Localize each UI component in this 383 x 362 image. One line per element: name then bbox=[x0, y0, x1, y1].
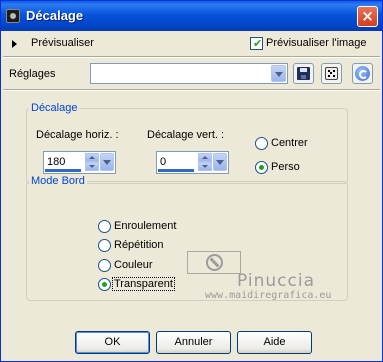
edge-radio-label: Transparent bbox=[114, 278, 173, 290]
spinner bbox=[198, 153, 227, 172]
value-slider-bar bbox=[158, 169, 194, 172]
decrement-icon[interactable] bbox=[198, 162, 212, 171]
horizontal-offset-value: 180 bbox=[47, 156, 66, 168]
horizontal-offset-input[interactable]: 180 bbox=[43, 151, 116, 174]
offset-dialog: Décalage × Prévisualiser ✔ Prévisualiser… bbox=[0, 0, 383, 362]
presets-label: Réglages bbox=[9, 68, 56, 80]
chevron-down-icon[interactable] bbox=[100, 153, 114, 171]
random-dice-icon bbox=[325, 67, 338, 80]
app-icon bbox=[6, 9, 20, 23]
horizontal-offset-label: Décalage horiz. : bbox=[36, 129, 119, 141]
center-radio[interactable] bbox=[255, 137, 268, 150]
increment-icon[interactable] bbox=[85, 153, 99, 162]
spinner bbox=[85, 153, 114, 172]
preview-image-label[interactable]: Prévisualiser l'image bbox=[266, 37, 367, 49]
color-swatch-disabled bbox=[187, 251, 241, 274]
expand-preview-icon[interactable] bbox=[12, 40, 17, 48]
edge-radio-repeat[interactable] bbox=[98, 239, 111, 252]
chevron-down-icon[interactable] bbox=[213, 153, 227, 171]
edge-radio-color[interactable] bbox=[98, 259, 111, 272]
vertical-offset-value: 0 bbox=[160, 156, 167, 168]
edge-radio-transparent[interactable] bbox=[98, 278, 111, 291]
separator bbox=[3, 89, 380, 91]
edge-radio-wrap[interactable] bbox=[98, 220, 111, 233]
reset-button[interactable] bbox=[352, 63, 373, 84]
increment-icon[interactable] bbox=[198, 153, 212, 162]
edge-radio-label-focused[interactable]: Transparent bbox=[112, 277, 175, 291]
title-bar[interactable]: Décalage × bbox=[1, 1, 382, 31]
edge-radio-label[interactable]: Couleur bbox=[114, 259, 153, 271]
reset-icon bbox=[355, 66, 370, 81]
preview-image-checkbox[interactable]: ✔ bbox=[250, 37, 263, 50]
window-title: Décalage bbox=[26, 8, 84, 23]
randomize-button[interactable] bbox=[321, 63, 342, 84]
preview-bar: Prévisualiser ✔ Prévisualiser l'image bbox=[1, 32, 382, 55]
help-button[interactable]: Aide bbox=[237, 331, 312, 354]
cancel-button[interactable]: Annuler bbox=[156, 331, 231, 354]
custom-radio-label[interactable]: Perso bbox=[271, 161, 300, 173]
edge-radio-label[interactable]: Répétition bbox=[114, 239, 164, 251]
vertical-offset-label: Décalage vert. : bbox=[147, 129, 225, 141]
close-button[interactable]: × bbox=[357, 6, 378, 27]
ok-button[interactable]: OK bbox=[75, 331, 150, 354]
watermark-name: Pinuccia bbox=[237, 271, 315, 291]
offset-group-title: Décalage bbox=[29, 102, 80, 114]
edge-radio-label[interactable]: Enroulement bbox=[114, 220, 176, 232]
save-icon bbox=[297, 67, 310, 80]
value-slider-bar bbox=[45, 169, 81, 172]
preview-label[interactable]: Prévisualiser bbox=[31, 37, 94, 49]
checkmark-icon: ✔ bbox=[253, 37, 263, 50]
watermark-url: www.maidiregrafica.eu bbox=[205, 290, 332, 301]
vertical-offset-input[interactable]: 0 bbox=[156, 151, 229, 174]
chevron-down-icon[interactable] bbox=[271, 65, 286, 82]
no-entry-icon bbox=[206, 254, 223, 271]
save-preset-button[interactable] bbox=[293, 63, 314, 84]
presets-dropdown[interactable] bbox=[90, 63, 288, 84]
decrement-icon[interactable] bbox=[85, 162, 99, 171]
separator bbox=[3, 56, 380, 58]
custom-radio[interactable] bbox=[255, 161, 268, 174]
edge-mode-group-title: Mode Bord bbox=[29, 175, 87, 187]
center-radio-label[interactable]: Centrer bbox=[271, 137, 308, 149]
